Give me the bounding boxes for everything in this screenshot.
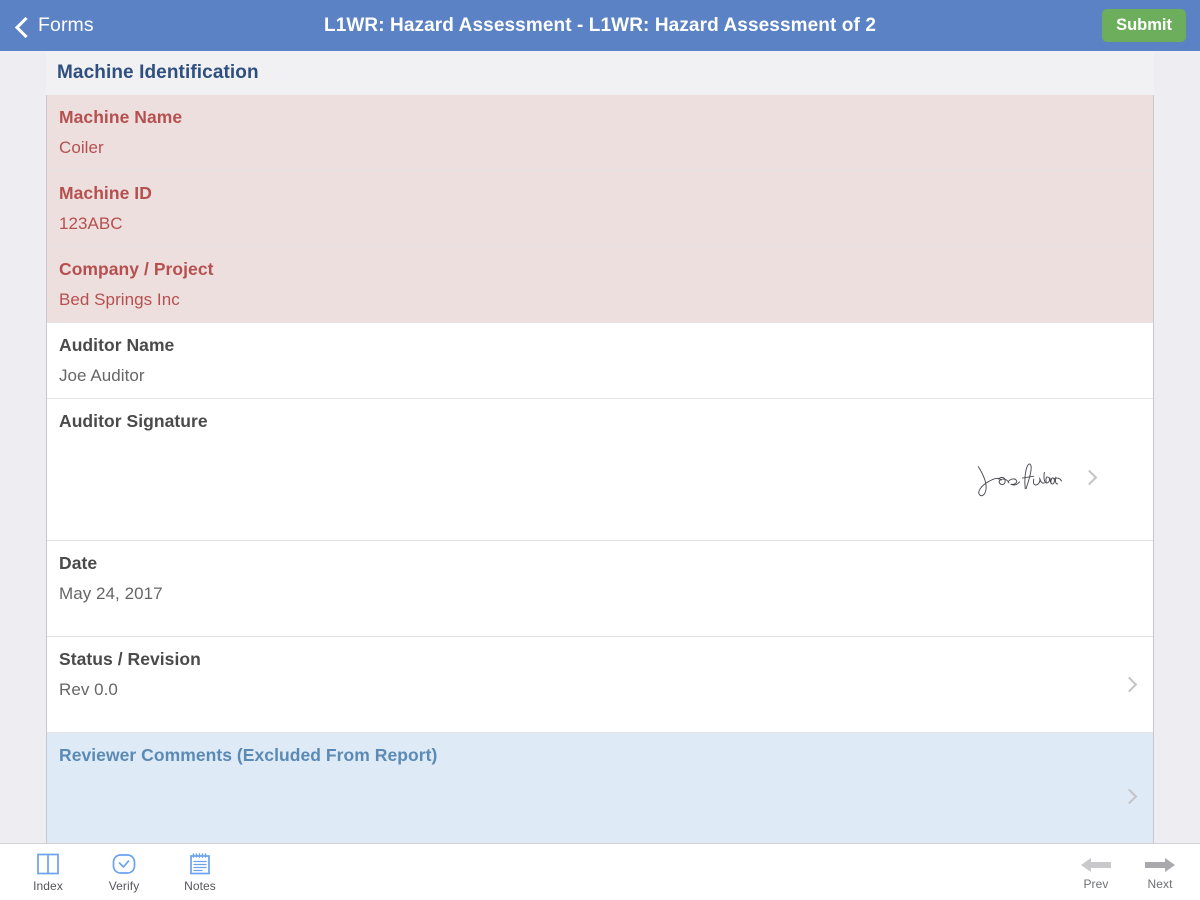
submit-button[interactable]: Submit [1102,9,1186,42]
next-page-label: Next [1147,877,1173,891]
field-label: Status / Revision [59,649,201,669]
field-value: Rev 0.0 [59,680,118,699]
field-value: Bed Springs Inc [59,290,180,309]
signature-image [977,463,1063,497]
form-row-auditor-signature[interactable]: Auditor Signature [47,399,1153,541]
toolbar-item-index[interactable]: Index [22,851,74,893]
back-button[interactable]: Forms [14,14,94,37]
field-label: Date [59,553,98,573]
chevron-right-icon[interactable] [1084,472,1095,483]
toolbar-item-label: Index [33,879,63,893]
back-button-label: Forms [38,14,94,36]
form-row-auditor-name[interactable]: Auditor Name Joe Auditor [47,323,1153,399]
field-label: Auditor Name [59,335,175,355]
book-index-icon [35,851,61,877]
form-body: Machine Identification Machine Name Coil… [0,51,1200,843]
field-label: Machine Name [59,107,183,127]
chevron-left-icon [14,18,30,34]
field-value: Coiler [59,138,104,157]
form-row-company-project[interactable]: Company / Project Bed Springs Inc [47,247,1153,323]
field-value: 123ABC [59,214,123,233]
field-label: Auditor Signature [59,411,208,431]
bottom-toolbar: Index Verify Notes Prev Next [0,843,1200,900]
field-value: May 24, 2017 [59,584,163,603]
prev-page-button[interactable]: Prev [1074,853,1118,891]
arrow-right-icon [1143,853,1177,877]
toolbar-item-notes[interactable]: Notes [174,851,226,893]
navigation-bar: Forms L1WR: Hazard Assessment - L1WR: Ha… [0,0,1200,51]
notepad-icon [187,851,213,877]
toolbar-item-label: Verify [108,879,140,893]
chevron-right-icon[interactable] [1124,791,1135,802]
form-row-reviewer-comments[interactable]: Reviewer Comments (Excluded From Report) [47,733,1153,843]
toolbar-item-verify[interactable]: Verify [98,851,150,893]
chevron-right-icon[interactable] [1124,679,1135,690]
app-root: Forms L1WR: Hazard Assessment - L1WR: Ha… [0,0,1200,900]
toolbar-tools: Index Verify Notes [22,851,226,893]
field-label: Reviewer Comments (Excluded From Report) [59,745,438,765]
form-row-status-revision[interactable]: Status / Revision Rev 0.0 [47,637,1153,733]
page-title: L1WR: Hazard Assessment - L1WR: Hazard A… [324,15,876,36]
field-label: Machine ID [59,183,152,203]
arrow-left-icon [1079,853,1113,877]
form-row-date[interactable]: Date May 24, 2017 [47,541,1153,637]
check-circle-icon [111,851,137,877]
section-header-label: Machine Identification [57,62,259,83]
form-row-machine-id[interactable]: Machine ID 123ABC [47,171,1153,247]
prev-page-label: Prev [1083,877,1109,891]
toolbar-navigation: Prev Next [1074,853,1182,891]
section-header: Machine Identification [46,51,1154,95]
toolbar-item-label: Notes [184,879,216,893]
field-label: Company / Project [59,259,214,279]
form-field-list: Machine Name Coiler Machine ID 123ABC Co… [46,95,1154,843]
form-row-machine-name[interactable]: Machine Name Coiler [47,95,1153,171]
signature-area[interactable] [59,432,1113,528]
next-page-button[interactable]: Next [1138,853,1182,891]
field-value: Joe Auditor [59,366,145,385]
